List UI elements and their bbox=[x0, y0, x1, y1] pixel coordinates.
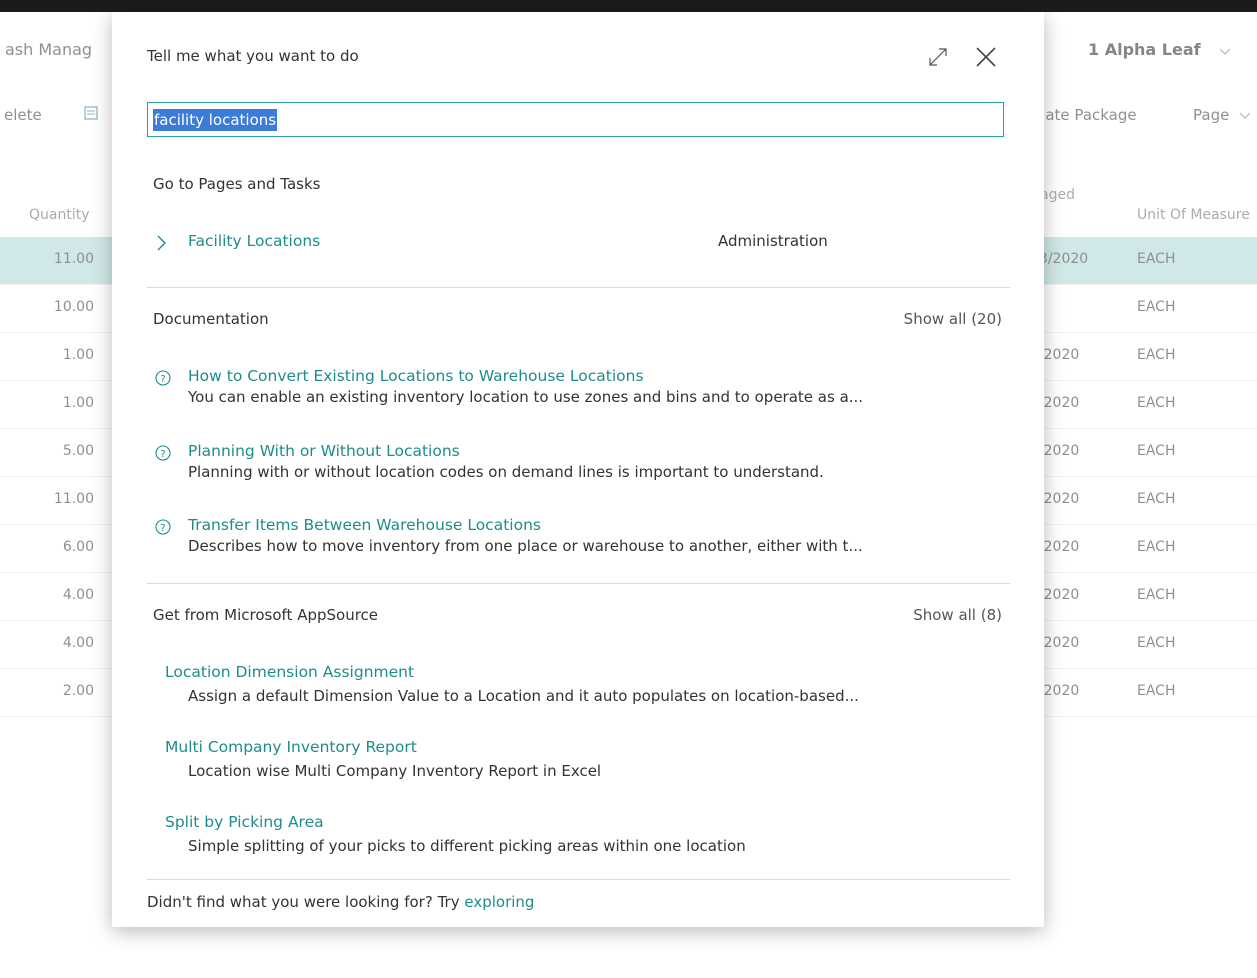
expand-icon[interactable] bbox=[927, 46, 949, 68]
help-icon: ? bbox=[155, 370, 171, 386]
doc-description-1: You can enable an existing inventory loc… bbox=[188, 388, 864, 406]
close-icon[interactable] bbox=[974, 45, 998, 69]
tell-me-dialog: Tell me what you want to do facility loc… bbox=[112, 12, 1044, 927]
footer: Didn't find what you were looking for? T… bbox=[147, 893, 534, 911]
documentation-heading: Documentation bbox=[153, 310, 269, 328]
page-category: Administration bbox=[718, 232, 828, 250]
search-input[interactable]: facility locations bbox=[147, 102, 1004, 137]
chevron-right-icon[interactable] bbox=[156, 234, 168, 252]
appsource-link-3[interactable]: Split by Picking Area bbox=[165, 813, 324, 831]
help-icon: ? bbox=[155, 519, 171, 535]
appsource-description-1: Assign a default Dimension Value to a Lo… bbox=[188, 687, 859, 705]
appsource-show-all[interactable]: Show all (8) bbox=[913, 606, 1002, 624]
divider bbox=[147, 583, 1010, 584]
doc-description-2: Planning with or without location codes … bbox=[188, 463, 824, 481]
appsource-link-1[interactable]: Location Dimension Assignment bbox=[165, 663, 414, 681]
svg-text:?: ? bbox=[160, 374, 165, 385]
doc-link-2[interactable]: Planning With or Without Locations bbox=[188, 442, 460, 460]
svg-text:?: ? bbox=[160, 523, 165, 534]
pages-section-heading: Go to Pages and Tasks bbox=[153, 175, 321, 193]
doc-link-3[interactable]: Transfer Items Between Warehouse Locatio… bbox=[188, 516, 541, 534]
divider bbox=[147, 287, 1010, 288]
dialog-title: Tell me what you want to do bbox=[147, 47, 359, 65]
appsource-description-3: Simple splitting of your picks to differ… bbox=[188, 837, 746, 855]
svg-text:?: ? bbox=[160, 449, 165, 460]
exploring-link[interactable]: exploring bbox=[464, 893, 534, 911]
footer-text: Didn't find what you were looking for? T… bbox=[147, 893, 460, 911]
top-bar bbox=[0, 0, 1257, 12]
appsource-heading: Get from Microsoft AppSource bbox=[153, 606, 379, 624]
doc-link-1[interactable]: How to Convert Existing Locations to War… bbox=[188, 367, 644, 385]
appsource-link-2[interactable]: Multi Company Inventory Report bbox=[165, 738, 417, 756]
page-link-facility-locations[interactable]: Facility Locations bbox=[188, 232, 320, 250]
search-input-value: facility locations bbox=[153, 109, 278, 131]
help-icon: ? bbox=[155, 445, 171, 461]
divider bbox=[147, 879, 1010, 880]
appsource-description-2: Location wise Multi Company Inventory Re… bbox=[188, 762, 602, 780]
documentation-show-all[interactable]: Show all (20) bbox=[904, 310, 1002, 328]
doc-description-3: Describes how to move inventory from one… bbox=[188, 537, 863, 555]
